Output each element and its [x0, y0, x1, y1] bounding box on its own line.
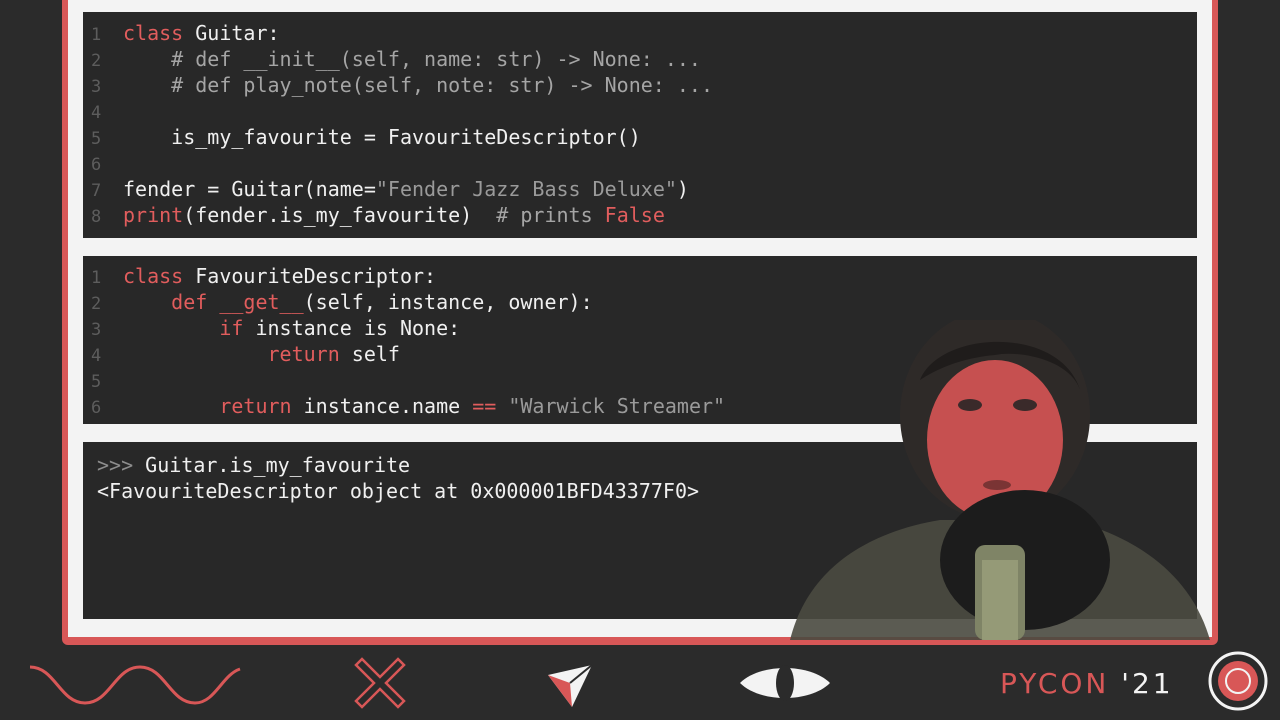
presenter-webcam: [790, 320, 1210, 640]
code-token: # def __init__(self, name: str) -> None:…: [123, 47, 701, 71]
code-line: 1 class Guitar:: [83, 20, 280, 46]
line-number: 3: [91, 320, 102, 340]
repl-input: Guitar.is_my_favourite: [145, 453, 411, 477]
code-token: (self, instance, owner):: [303, 290, 593, 314]
line-number: 2: [91, 51, 102, 71]
line-number: 8: [91, 207, 102, 227]
repl-prompt: >>>: [97, 453, 146, 477]
code-token: return: [267, 342, 340, 366]
line-number: 7: [91, 181, 102, 201]
logo-year: '21: [1109, 667, 1174, 700]
code-line: 1 class FavouriteDescriptor:: [83, 263, 436, 289]
code-token: print: [123, 203, 184, 227]
repl-output: <FavouriteDescriptor object at 0x000001B…: [97, 479, 700, 503]
code-line: 7 fender = Guitar(name="Fender Jazz Bass …: [83, 176, 689, 202]
code-token: is_my_favourite = FavouriteDescriptor(): [123, 125, 641, 149]
code-token: self: [339, 342, 400, 366]
code-token: (fender.is_my_favourite): [183, 203, 497, 227]
code-token: "Warwick Streamer": [508, 394, 726, 418]
line-number: 6: [91, 398, 102, 418]
line-number: 5: [91, 129, 102, 149]
wave-icon: [29, 665, 241, 705]
line-number: 4: [91, 103, 102, 123]
logo-name: PYCON: [1000, 667, 1110, 700]
line-number: 4: [91, 346, 102, 366]
code-token: fender = Guitar(name=: [123, 177, 376, 201]
code-token: False: [604, 203, 665, 227]
line-number: 5: [91, 372, 102, 392]
cross-icon: [354, 657, 406, 709]
code-token: if: [219, 316, 244, 340]
code-line: 5 is_my_favourite = FavouriteDescriptor(…: [83, 124, 641, 150]
code-token: instance.name: [291, 394, 473, 418]
code-line: 6: [83, 150, 123, 176]
code-line: 2 def __get__(self, instance, owner):: [83, 289, 593, 315]
code-token: FavouriteDescriptor:: [183, 264, 437, 288]
eye-icon: [740, 665, 830, 701]
code-line: 4: [83, 98, 123, 124]
line-number: 3: [91, 77, 102, 97]
pycon-logo-text: PYCON '21: [1000, 664, 1174, 704]
code-token: __get__: [219, 290, 304, 314]
code-token: ): [676, 177, 689, 201]
code-token: class: [123, 264, 184, 288]
code-token: def: [171, 290, 208, 314]
code-token: # def play_note(self, note: str) -> None…: [123, 73, 714, 97]
target-logo-icon: [1208, 651, 1268, 711]
code-line: 6 return instance.name == "Warwick Strea…: [83, 393, 725, 419]
code-token: Guitar:: [183, 21, 280, 45]
code-line: 3 if instance is None:: [83, 315, 460, 341]
code-panel-guitar: 1 class Guitar: 2 # def __init__(self, nam…: [83, 12, 1197, 238]
code-token: # prints: [496, 203, 605, 227]
code-token: instance is None:: [243, 316, 461, 340]
line-number: 2: [91, 294, 102, 314]
code-token: ==: [472, 394, 497, 418]
line-number: 6: [91, 155, 102, 175]
code-line: 4 return self: [83, 341, 400, 367]
code-line: 8 print(fender.is_my_favourite) # prints …: [83, 202, 665, 228]
code-token: return: [219, 394, 292, 418]
code-line: 2 # def __init__(self, name: str) -> Non…: [83, 46, 701, 72]
code-line: 5: [83, 367, 123, 393]
code-token: "Fender Jazz Bass Deluxe": [375, 177, 677, 201]
code-line: 3 # def play_note(self, note: str) -> No…: [83, 72, 713, 98]
line-number: 1: [91, 268, 102, 288]
code-token: class: [123, 21, 184, 45]
line-number: 1: [91, 25, 102, 45]
repl-input-line: >>> Guitar.is_my_favourite: [97, 452, 410, 478]
paper-plane-icon: [548, 664, 593, 707]
